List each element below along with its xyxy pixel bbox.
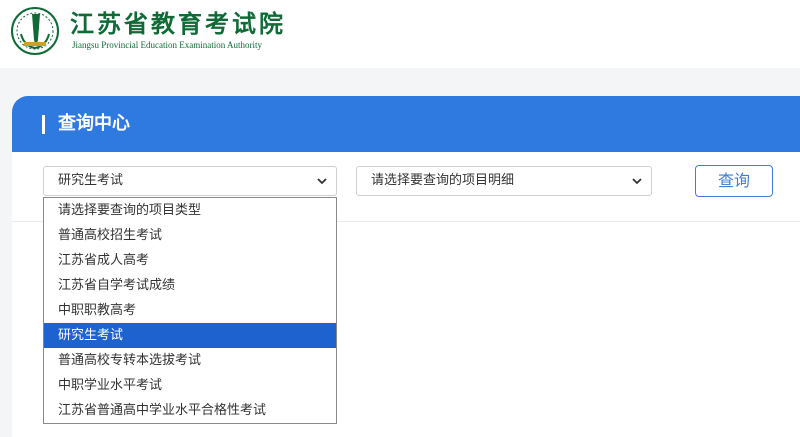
- dropdown-option[interactable]: 中职学业水平考试: [44, 373, 336, 398]
- chevron-down-icon: [632, 178, 642, 185]
- page-title: 查询中心: [58, 113, 130, 134]
- exam-detail-select-value: 请选择要查询的项目明细: [371, 173, 515, 188]
- dropdown-option-selected[interactable]: 研究生考试: [44, 323, 336, 348]
- dropdown-option[interactable]: 普通高校招生考试: [44, 223, 336, 248]
- exam-type-select[interactable]: 研究生考试: [43, 166, 337, 196]
- dropdown-option[interactable]: 江苏省成人高考: [44, 248, 336, 273]
- chevron-down-icon: [317, 178, 327, 185]
- site-header: 江苏省教育考试院 Jiangsu Provincial Education Ex…: [0, 0, 800, 68]
- dropdown-option[interactable]: 江苏省普通高中学业水平合格性考试: [44, 398, 336, 423]
- exam-type-dropdown-list: 请选择要查询的项目类型 普通高校招生考试 江苏省成人高考 江苏省自学考试成绩 中…: [43, 197, 337, 424]
- dropdown-option[interactable]: 请选择要查询的项目类型: [44, 198, 336, 223]
- dropdown-option[interactable]: 江苏省自学考试成绩: [44, 273, 336, 298]
- exam-type-select-value: 研究生考试: [58, 173, 124, 188]
- query-center-header: 查询中心: [12, 96, 800, 152]
- dropdown-option[interactable]: 中职职教高考: [44, 298, 336, 323]
- exam-detail-select[interactable]: 请选择要查询的项目明细: [356, 166, 652, 196]
- authority-emblem-icon[interactable]: [10, 6, 60, 56]
- title-accent-bar: [42, 115, 45, 134]
- org-name-en: Jiangsu Provincial Education Examination…: [72, 40, 262, 50]
- org-name: 江苏省教育考试院: [70, 9, 286, 38]
- query-button[interactable]: 查询: [695, 165, 773, 197]
- dropdown-option[interactable]: 普通高校专转本选拔考试: [44, 348, 336, 373]
